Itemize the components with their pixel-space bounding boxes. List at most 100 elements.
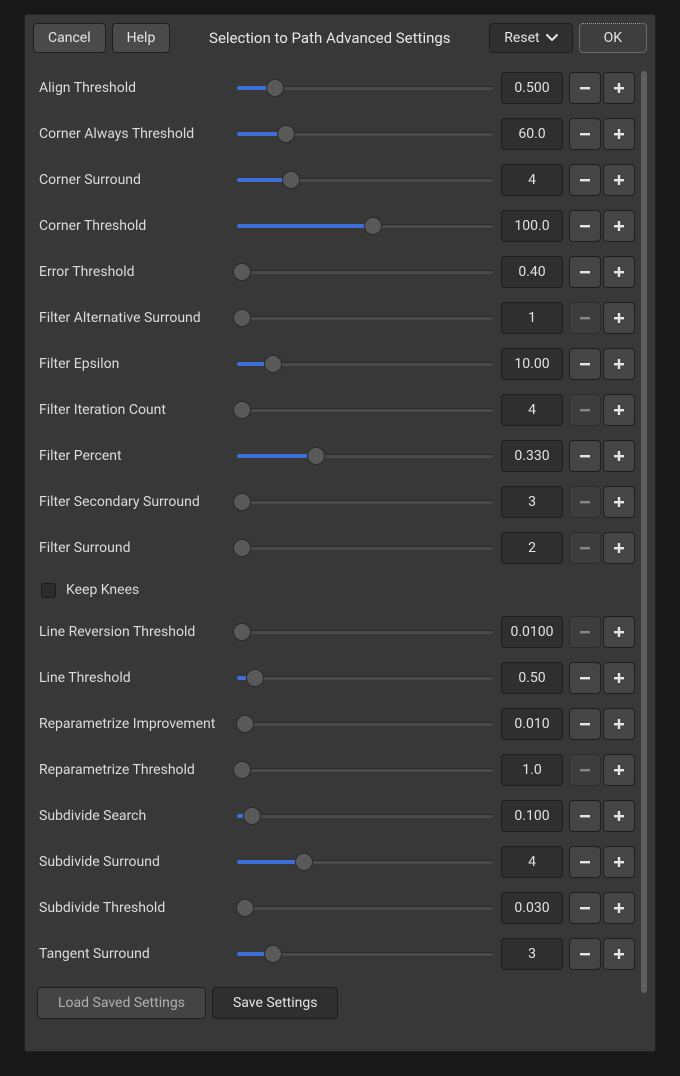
slider-thumb[interactable] xyxy=(243,807,261,825)
dialog: Cancel Help Selection to Path Advanced S… xyxy=(24,14,656,1052)
slider-line-threshold[interactable] xyxy=(237,667,493,689)
value-input-reparametrize-improvement[interactable]: 0.010 xyxy=(501,708,563,740)
slider-thumb[interactable] xyxy=(307,447,325,465)
slider-subdivide-search[interactable] xyxy=(237,805,493,827)
slider-corner-surround[interactable] xyxy=(237,169,493,191)
slider-thumb[interactable] xyxy=(233,539,251,557)
slider-subdivide-surround[interactable] xyxy=(237,851,493,873)
decrement-button-corner-surround[interactable] xyxy=(569,164,601,196)
increment-button-corner-always-threshold[interactable] xyxy=(603,118,635,150)
slider-thumb[interactable] xyxy=(295,853,313,871)
increment-button-align-threshold[interactable] xyxy=(603,72,635,104)
save-settings-button[interactable]: Save Settings xyxy=(212,987,339,1019)
slider-filter-iteration-count[interactable] xyxy=(237,399,493,421)
ok-button[interactable]: OK xyxy=(579,23,647,53)
increment-button-filter-epsilon[interactable] xyxy=(603,348,635,380)
increment-button-filter-alternative-surround[interactable] xyxy=(603,302,635,334)
decrement-button-subdivide-threshold[interactable] xyxy=(569,892,601,924)
value-input-filter-epsilon[interactable]: 10.00 xyxy=(501,348,563,380)
cancel-button[interactable]: Cancel xyxy=(33,23,106,53)
increment-button-line-reversion-threshold[interactable] xyxy=(603,616,635,648)
value-input-align-threshold[interactable]: 0.500 xyxy=(501,72,563,104)
increment-button-corner-surround[interactable] xyxy=(603,164,635,196)
slider-thumb[interactable] xyxy=(364,217,382,235)
slider-filter-epsilon[interactable] xyxy=(237,353,493,375)
slider-thumb[interactable] xyxy=(246,669,264,687)
increment-button-reparametrize-improvement[interactable] xyxy=(603,708,635,740)
increment-button-tangent-surround[interactable] xyxy=(603,938,635,970)
value-input-error-threshold[interactable]: 0.40 xyxy=(501,256,563,288)
value-input-filter-alternative-surround[interactable]: 1 xyxy=(501,302,563,334)
decrement-button-subdivide-surround[interactable] xyxy=(569,846,601,878)
slider-thumb[interactable] xyxy=(266,79,284,97)
value-input-subdivide-threshold[interactable]: 0.030 xyxy=(501,892,563,924)
decrement-button-filter-epsilon[interactable] xyxy=(569,348,601,380)
increment-button-subdivide-surround[interactable] xyxy=(603,846,635,878)
value-input-corner-surround[interactable]: 4 xyxy=(501,164,563,196)
decrement-button-corner-threshold[interactable] xyxy=(569,210,601,242)
decrement-button-line-threshold[interactable] xyxy=(569,662,601,694)
value-input-filter-secondary-surround[interactable]: 3 xyxy=(501,486,563,518)
increment-button-corner-threshold[interactable] xyxy=(603,210,635,242)
scrollbar[interactable] xyxy=(641,71,647,993)
slider-thumb[interactable] xyxy=(236,715,254,733)
slider-thumb[interactable] xyxy=(233,263,251,281)
keep-knees-checkbox[interactable] xyxy=(41,583,56,598)
slider-thumb[interactable] xyxy=(233,761,251,779)
increment-button-filter-iteration-count[interactable] xyxy=(603,394,635,426)
slider-align-threshold[interactable] xyxy=(237,77,493,99)
load-saved-settings-button[interactable]: Load Saved Settings xyxy=(37,987,206,1019)
value-input-filter-iteration-count[interactable]: 4 xyxy=(501,394,563,426)
value-input-line-reversion-threshold[interactable]: 0.0100 xyxy=(501,616,563,648)
slider-corner-threshold[interactable] xyxy=(237,215,493,237)
slider-thumb[interactable] xyxy=(233,623,251,641)
value-input-corner-threshold[interactable]: 100.0 xyxy=(501,210,563,242)
help-button[interactable]: Help xyxy=(112,23,171,53)
reset-button[interactable]: Reset xyxy=(489,23,572,53)
minus-icon xyxy=(578,625,592,639)
value-input-subdivide-search[interactable]: 0.100 xyxy=(501,800,563,832)
decrement-button-subdivide-search[interactable] xyxy=(569,800,601,832)
increment-button-filter-secondary-surround[interactable] xyxy=(603,486,635,518)
slider-subdivide-threshold[interactable] xyxy=(237,897,493,919)
value-input-filter-percent[interactable]: 0.330 xyxy=(501,440,563,472)
increment-button-line-threshold[interactable] xyxy=(603,662,635,694)
slider-thumb[interactable] xyxy=(233,493,251,511)
decrement-button-corner-always-threshold[interactable] xyxy=(569,118,601,150)
slider-reparametrize-threshold[interactable] xyxy=(237,759,493,781)
increment-button-error-threshold[interactable] xyxy=(603,256,635,288)
slider-reparametrize-improvement[interactable] xyxy=(237,713,493,735)
slider-thumb[interactable] xyxy=(282,171,300,189)
slider-tangent-surround[interactable] xyxy=(237,943,493,965)
slider-thumb[interactable] xyxy=(277,125,295,143)
slider-thumb[interactable] xyxy=(233,401,251,419)
decrement-button-tangent-surround[interactable] xyxy=(569,938,601,970)
decrement-button-align-threshold[interactable] xyxy=(569,72,601,104)
slider-corner-always-threshold[interactable] xyxy=(237,123,493,145)
slider-thumb[interactable] xyxy=(236,899,254,917)
slider-thumb[interactable] xyxy=(233,309,251,327)
value-input-filter-surround[interactable]: 2 xyxy=(501,532,563,564)
increment-button-reparametrize-threshold[interactable] xyxy=(603,754,635,786)
increment-button-subdivide-search[interactable] xyxy=(603,800,635,832)
value-input-subdivide-surround[interactable]: 4 xyxy=(501,846,563,878)
decrement-button-error-threshold[interactable] xyxy=(569,256,601,288)
increment-button-filter-surround[interactable] xyxy=(603,532,635,564)
increment-button-subdivide-threshold[interactable] xyxy=(603,892,635,924)
slider-filter-surround[interactable] xyxy=(237,537,493,559)
slider-filter-percent[interactable] xyxy=(237,445,493,467)
slider-thumb[interactable] xyxy=(264,945,282,963)
slider-filter-secondary-surround[interactable] xyxy=(237,491,493,513)
increment-button-filter-percent[interactable] xyxy=(603,440,635,472)
slider-error-threshold[interactable] xyxy=(237,261,493,283)
decrement-button-reparametrize-improvement[interactable] xyxy=(569,708,601,740)
value-input-line-threshold[interactable]: 0.50 xyxy=(501,662,563,694)
slider-track xyxy=(237,676,493,680)
slider-filter-alternative-surround[interactable] xyxy=(237,307,493,329)
decrement-button-filter-percent[interactable] xyxy=(569,440,601,472)
value-input-reparametrize-threshold[interactable]: 1.0 xyxy=(501,754,563,786)
value-input-tangent-surround[interactable]: 3 xyxy=(501,938,563,970)
value-input-corner-always-threshold[interactable]: 60.0 xyxy=(501,118,563,150)
slider-thumb[interactable] xyxy=(264,355,282,373)
slider-line-reversion-threshold[interactable] xyxy=(237,621,493,643)
